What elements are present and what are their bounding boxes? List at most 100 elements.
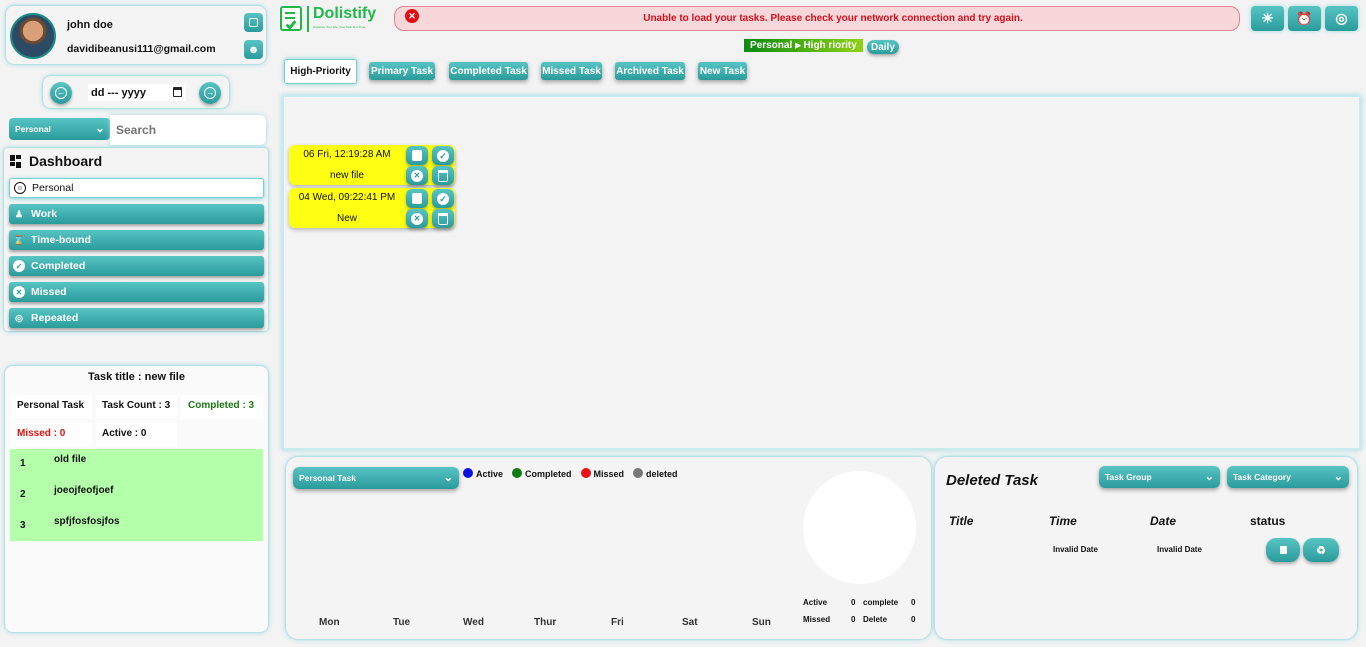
breadcrumb-path: Personal ⫸ High riority <box>750 40 857 51</box>
column-header-time: Time <box>1049 514 1077 528</box>
daily-badge[interactable]: Daily <box>867 40 899 54</box>
permanent-delete-button[interactable] <box>1266 538 1300 562</box>
sidebar-item-repeated[interactable]: ◎ Repeated <box>9 308 264 328</box>
sidebar-item-completed[interactable]: ✓ Completed <box>9 256 264 276</box>
task-category-select[interactable]: Task Category ⌄ <box>1227 466 1349 488</box>
edit-task-button[interactable] <box>406 189 428 208</box>
legend-item-active: Active <box>463 468 503 479</box>
edit-task-button[interactable] <box>406 146 428 165</box>
dashboard-heading[interactable]: Dashboard <box>10 153 102 169</box>
task-card-name: New <box>336 213 357 224</box>
target-arrow-icon: ◎ <box>15 312 23 323</box>
date-input-value: dd --- yyyy <box>91 86 147 99</box>
list-item[interactable]: 3 spfjfosfosjfos <box>10 514 263 542</box>
legend-swatch-missed <box>580 468 591 478</box>
stat-missed-value: 0 <box>851 615 856 624</box>
sidebar-item-time-bound[interactable]: ⌛ Time-bound <box>9 230 264 250</box>
theme-toggle-button[interactable]: ☀ <box>1251 6 1284 31</box>
sidebar-item-missed[interactable]: ✕ Missed <box>9 282 264 302</box>
sidebar-item-label: Repeated <box>31 312 79 324</box>
brand-logo[interactable]: Dolistify Organize Your Life, One Task a… <box>280 5 384 33</box>
people-icon: ♟ <box>14 208 24 219</box>
x-circle-icon: ✕ <box>13 286 25 298</box>
day-label: Thur <box>534 617 557 628</box>
column-header-date: Date <box>1150 514 1177 528</box>
hourglass-icon: ⌛ <box>13 234 25 245</box>
check-circle-icon: ✓ <box>437 149 449 162</box>
prev-date-button[interactable]: ← <box>50 82 72 104</box>
task-type-select[interactable]: Personal Task ⌄ <box>293 467 459 489</box>
tab-archived-task[interactable]: Archived Task <box>615 62 685 80</box>
edit-profile-button[interactable] <box>244 13 263 32</box>
legend-swatch-deleted <box>633 468 644 478</box>
user-name: john doe <box>67 19 113 31</box>
check-circle-icon: ✓ <box>437 192 449 205</box>
tab-new-task[interactable]: New Task <box>698 62 747 80</box>
sidebar-item-personal[interactable]: ☺ Personal <box>9 178 264 198</box>
tab-primary-task[interactable]: Primary Task <box>369 62 435 80</box>
square-icon <box>412 150 422 161</box>
complete-task-button[interactable]: ✓ <box>432 189 454 208</box>
error-message: Unable to load your tasks. Please check … <box>643 13 1023 24</box>
task-card-name: new file <box>330 170 364 181</box>
avatar[interactable] <box>10 13 56 59</box>
alarm-button[interactable]: ⏰ <box>1288 6 1321 31</box>
task-card[interactable]: 04 Wed, 09:22:41 PM New ✓ ✕ <box>289 188 455 228</box>
tab-high-priority[interactable]: High-Priority <box>284 59 357 84</box>
complete-task-button[interactable]: ✓ <box>432 146 454 165</box>
arrow-right-icon: → <box>204 87 216 99</box>
restore-button[interactable]: ♻ <box>1303 538 1339 562</box>
user-settings-button[interactable]: ☻ <box>244 40 263 59</box>
day-label: Sun <box>752 617 771 628</box>
tab-label: Primary Task <box>370 65 434 77</box>
legend-item-completed: Completed <box>512 468 572 479</box>
target-icon: ◎ <box>1335 10 1348 26</box>
target-button[interactable]: ◎ <box>1325 6 1358 31</box>
category-select-value: Personal <box>15 124 51 134</box>
checklist-logo-icon <box>280 6 302 31</box>
tab-completed-task[interactable]: Completed Task <box>449 62 528 80</box>
task-count-cell: Task Count : 3 <box>96 395 177 419</box>
stat-delete-value: 0 <box>911 615 916 624</box>
task-card-date: 04 Wed, 09:22:41 PM <box>298 192 396 203</box>
trash-icon <box>438 212 448 225</box>
dashboard-label: Dashboard <box>29 153 103 169</box>
tab-missed-task[interactable]: Missed Task <box>541 62 602 80</box>
task-group-select[interactable]: Task Group ⌄ <box>1099 466 1220 488</box>
task-card-date: 06 Fri, 12:19:28 AM <box>303 149 391 160</box>
chevron-down-icon: ⌄ <box>1333 471 1343 483</box>
square-icon <box>412 193 422 204</box>
stat-complete-label: complete <box>863 598 899 607</box>
list-item-name: spfjfosfosjfos <box>54 516 120 527</box>
list-item[interactable]: 2 joeojfeofjoef <box>10 483 263 511</box>
sidebar-item-label: Work <box>31 208 58 220</box>
sidebar-item-label: Missed <box>31 286 67 298</box>
search-field[interactable] <box>110 115 266 145</box>
cancel-task-button[interactable]: ✕ <box>406 166 428 185</box>
sidebar-item-label: Time-bound <box>31 234 91 246</box>
list-item[interactable]: 1 old file <box>10 452 263 480</box>
legend-label: Active <box>476 469 504 479</box>
delete-task-button[interactable] <box>432 209 454 228</box>
search-input[interactable] <box>116 123 256 137</box>
day-label: Fri <box>611 617 624 628</box>
delete-task-button[interactable] <box>432 166 454 185</box>
stat-complete-value: 0 <box>911 598 916 607</box>
close-error-icon[interactable]: ✕ <box>405 9 419 23</box>
date-input[interactable]: dd --- yyyy <box>88 84 186 101</box>
pie-chart <box>803 471 916 584</box>
stat-active-label: Active <box>803 598 828 607</box>
calendar-icon[interactable] <box>173 87 182 97</box>
cancel-task-button[interactable]: ✕ <box>406 209 428 228</box>
task-card[interactable]: 06 Fri, 12:19:28 AM new file ✓ ✕ <box>289 145 455 185</box>
sidebar-item-work[interactable]: ♟ Work <box>9 204 264 224</box>
arrow-left-icon: ← <box>55 87 67 99</box>
user-gear-icon: ☻ <box>247 43 260 56</box>
table-row: Invalid Date Invalid Date ♻ <box>945 536 1350 564</box>
category-select[interactable]: Personal ⌄ <box>9 118 110 140</box>
trash-icon <box>438 169 448 182</box>
brand-tagline: Organize Your Life, One Task at a Time <box>313 25 366 29</box>
tab-label: Missed Task <box>542 65 601 77</box>
next-date-button[interactable]: → <box>199 82 221 104</box>
chevron-down-icon: ⌄ <box>443 472 453 484</box>
